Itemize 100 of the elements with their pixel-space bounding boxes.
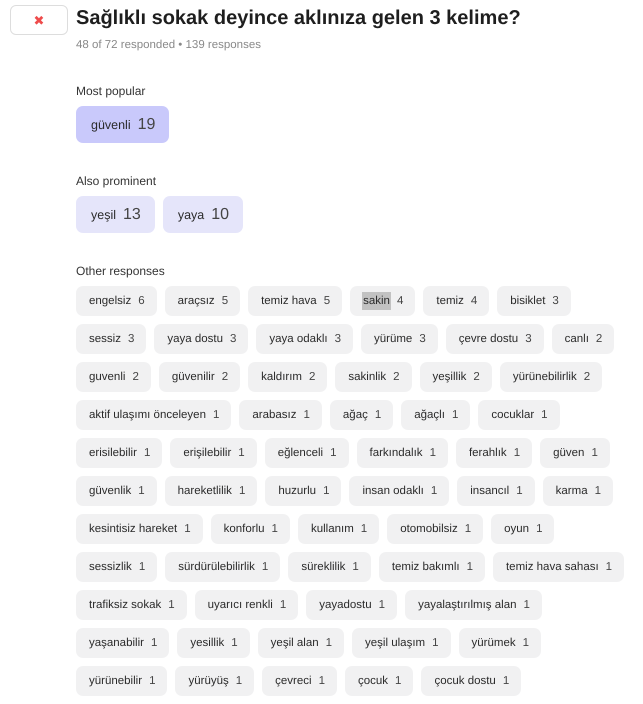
response-count: 1 — [432, 637, 439, 649]
response-count: 1 — [168, 599, 175, 611]
response-count: 4 — [396, 295, 404, 307]
question-title: Sağlıklı sokak deyince aklınıza gelen 3 kelime? — [76, 7, 522, 30]
response-word: yaşanabilir — [88, 636, 145, 651]
response-word: kullanım — [310, 522, 355, 537]
response-count: 1 — [280, 599, 286, 611]
response-count: 3 — [419, 333, 426, 345]
response-word: guvenli — [88, 370, 126, 385]
response-word: yaya dostu — [166, 332, 224, 347]
response-word: erişilebilir — [182, 446, 232, 461]
response-count: 1 — [138, 561, 146, 573]
response-word: oyun — [503, 522, 530, 537]
response-word: yeşil alan — [270, 636, 320, 651]
response-count: 1 — [352, 561, 359, 573]
response-word: insan odaklı — [361, 484, 425, 499]
response-word: temiz hava sahası — [504, 560, 600, 575]
response-count: 1 — [272, 523, 278, 535]
section-heading: Also prominent — [76, 174, 158, 188]
close-button[interactable]: ✖ — [10, 5, 68, 35]
response-count: 1 — [149, 675, 156, 687]
response-count: 1 — [516, 485, 523, 497]
response-word: yürüyüş — [187, 674, 230, 689]
response-word: trafiksiz sokak — [88, 598, 162, 613]
response-word: çevre dostu — [458, 332, 520, 347]
response-count: 1 — [606, 561, 612, 573]
response-count: 3 — [525, 333, 532, 345]
response-word: sakinlik — [347, 370, 388, 385]
response-word: güvenilir — [170, 370, 216, 385]
response-word: yürüme — [372, 332, 414, 347]
response-count: 2 — [222, 371, 228, 383]
response-count: 1 — [360, 523, 368, 535]
response-count: 1 — [466, 561, 473, 573]
response-count: 1 — [150, 637, 158, 649]
response-count: 1 — [184, 523, 191, 535]
response-count: 10 — [211, 206, 230, 224]
response-count: 1 — [318, 675, 325, 687]
response-word: yaya odaklı — [268, 332, 329, 347]
response-word: karma — [554, 484, 589, 499]
response-word: yesillik — [189, 636, 226, 651]
response-count: 1 — [231, 637, 238, 649]
response-word: güvenlik — [88, 484, 132, 499]
response-word: cocuklar — [490, 408, 536, 423]
response-word: sessizlik — [88, 560, 133, 575]
response-count: 5 — [324, 295, 330, 307]
response-word: arabasız — [251, 408, 298, 423]
response-count: 1 — [212, 409, 220, 421]
response-count: 1 — [430, 447, 436, 459]
response-count: 1 — [522, 637, 530, 649]
response-word: hareketlilik — [176, 484, 233, 499]
response-word: temiz — [435, 294, 465, 309]
response-word: ağaç — [342, 408, 369, 423]
response-count: 1 — [464, 523, 472, 535]
response-word: sürdürülebilirlik — [177, 560, 256, 575]
response-count: 3 — [230, 333, 236, 345]
response-count: 2 — [473, 371, 480, 383]
response-count: 1 — [395, 675, 402, 687]
response-count: 2 — [596, 333, 602, 345]
response-count: 1 — [591, 447, 598, 459]
section-heading: Other responses — [76, 264, 166, 278]
response-word: temiz hava — [260, 294, 318, 309]
response-count: 3 — [552, 295, 559, 307]
response-word: engelsiz — [88, 294, 132, 309]
response-word: temiz bakımlı — [390, 560, 461, 575]
response-word: kaldırım — [260, 370, 303, 385]
section-heading: Most popular — [76, 84, 146, 98]
response-word: aktif ulaşımı önceleyen — [88, 408, 207, 423]
response-word: ağaçlı — [413, 408, 446, 423]
response-count: 1 — [430, 485, 438, 497]
response-word: çevreci — [274, 674, 313, 689]
response-word: yeşil — [90, 206, 118, 224]
response-count: 1 — [594, 485, 602, 497]
response-count: 1 — [330, 447, 336, 459]
response-word: uyarıcı renkli — [206, 598, 274, 613]
response-word: bisiklet — [509, 294, 546, 309]
response-word: yaya — [176, 206, 206, 224]
response-count: 1 — [238, 485, 246, 497]
response-count: 1 — [514, 447, 520, 459]
response-word: yürünebilirlik — [512, 370, 578, 385]
response-count: 2 — [393, 371, 400, 383]
response-count: 1 — [304, 409, 310, 421]
response-word: çocuk — [357, 674, 390, 689]
response-count: 1 — [536, 523, 542, 535]
response-count: 4 — [470, 295, 478, 307]
response-word: farkındalık — [368, 446, 424, 461]
response-count: 19 — [138, 116, 156, 134]
response-word: yürümek — [470, 636, 517, 651]
response-word: sessiz — [88, 332, 122, 347]
response-word: yeşil ulaşım — [364, 636, 426, 651]
response-count: 1 — [524, 599, 530, 611]
response-word: erisilebilir — [88, 446, 138, 461]
response-count: 1 — [238, 447, 245, 459]
response-count: 1 — [262, 561, 268, 573]
response-word: kesintisiz hareket — [88, 522, 178, 537]
response-count: 3 — [334, 333, 341, 345]
response-word: yayalaştırılmış alan — [417, 598, 518, 613]
response-count: 2 — [132, 371, 139, 383]
response-count: 1 — [378, 599, 386, 611]
response-count: 1 — [323, 485, 330, 497]
response-count: 1 — [374, 409, 382, 421]
